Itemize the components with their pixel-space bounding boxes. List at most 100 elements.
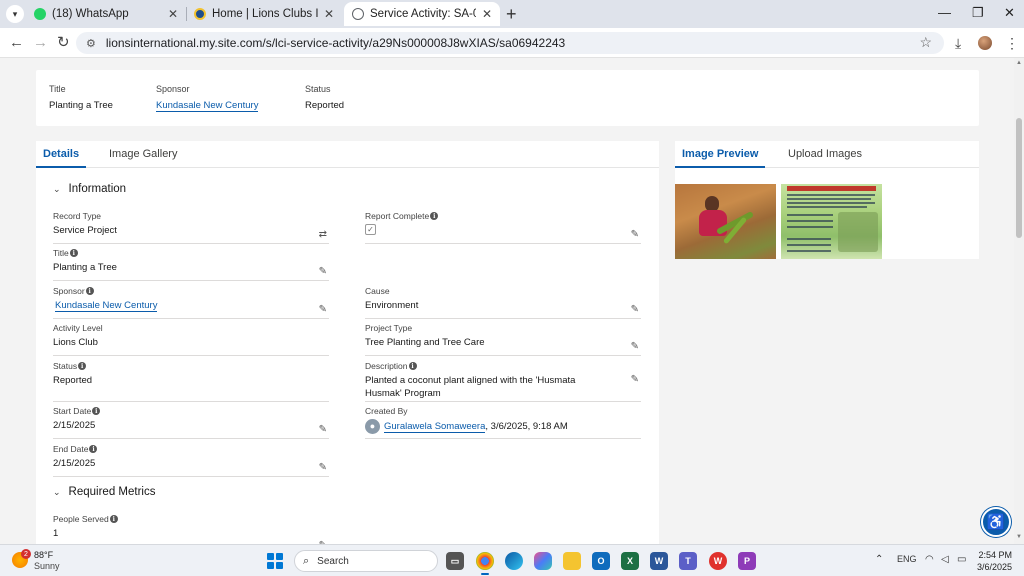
chrome-icon[interactable]	[476, 552, 494, 570]
tab-service-activity[interactable]: Service Activity: SA-06942243 ✕	[344, 2, 500, 26]
field-label: People Served	[53, 514, 109, 524]
created-datetime: , 3/6/2025, 9:18 AM	[485, 421, 568, 433]
page-scrollbar[interactable]: ▲ ▼	[1014, 58, 1024, 544]
info-icon[interactable]: i	[92, 407, 101, 415]
clock-time[interactable]: 2:54 PM	[978, 550, 1012, 560]
section-title: Information	[68, 183, 127, 195]
field-label: Status	[53, 361, 78, 371]
close-icon[interactable]: ✕	[324, 7, 334, 21]
tab-whatsapp[interactable]: (18) WhatsApp ✕	[26, 2, 186, 26]
change-record-type-icon[interactable]: ⇄	[319, 229, 327, 240]
weather-badge: 2	[21, 549, 31, 559]
url-text[interactable]: lionsinternational.my.site.com/s/lci-ser…	[106, 36, 565, 50]
scrollbar-thumb[interactable]	[1016, 118, 1022, 238]
wps-office-icon[interactable]: W	[709, 552, 727, 570]
clock-date[interactable]: 3/6/2025	[970, 562, 1012, 572]
field-value: Planting a Tree	[53, 262, 117, 273]
edge-icon[interactable]	[505, 552, 523, 570]
field-people-served: People Servedi 1 ✎	[53, 513, 329, 544]
field-value: Planted a coconut plant aligned with the…	[365, 375, 576, 399]
field-label: End Date	[53, 444, 89, 454]
file-explorer-icon[interactable]	[563, 552, 581, 570]
field-value: 2/15/2025	[53, 458, 96, 469]
language-indicator[interactable]: ENG	[897, 554, 917, 564]
taskbar-search-input[interactable]: ⌕ Search	[294, 550, 438, 572]
profile-avatar-icon[interactable]	[978, 36, 992, 50]
info-icon[interactable]: i	[89, 445, 98, 453]
back-arrow-icon[interactable]: ←	[9, 34, 24, 52]
browser-tab-bar: ▾ (18) WhatsApp ✕ Home | Lions Clubs Int…	[0, 0, 1024, 28]
tab-lions-home[interactable]: Home | Lions Clubs Internation ✕	[186, 2, 342, 26]
created-by-user-link[interactable]: Guralawela Somaweera	[384, 421, 486, 434]
close-icon[interactable]: ✕	[482, 7, 492, 21]
tab-image-gallery[interactable]: Image Gallery	[102, 141, 184, 168]
report-complete-checkbox[interactable]: ✓	[365, 224, 376, 235]
field-label: Created By	[365, 406, 408, 416]
pencil-icon[interactable]: ✎	[319, 266, 327, 277]
info-icon[interactable]: i	[85, 287, 94, 295]
field-label: Start Date	[53, 406, 92, 416]
pencil-icon[interactable]: ✎	[319, 424, 327, 435]
window-close-icon[interactable]: ✕	[1004, 5, 1015, 21]
highlight-title: Title Planting a Tree	[49, 84, 113, 111]
field-cause: Cause Environment ✎	[365, 285, 641, 319]
wifi-icon[interactable]: ◠	[925, 554, 934, 565]
outlook-icon[interactable]: O	[592, 552, 610, 570]
details-card: Details Image Gallery ⌄ Information Reco…	[36, 141, 659, 544]
bookmark-star-icon[interactable]: ☆	[919, 34, 932, 51]
tree-planting-photo[interactable]	[675, 184, 776, 259]
battery-icon[interactable]: ▭	[957, 554, 966, 565]
word-icon[interactable]: W	[650, 552, 668, 570]
address-bar[interactable]: ⚙ lionsinternational.my.site.com/s/lci-s…	[76, 32, 944, 54]
download-icon[interactable]: ⤓	[955, 35, 961, 52]
pencil-icon[interactable]: ✎	[631, 374, 639, 385]
info-icon[interactable]: i	[408, 362, 417, 370]
windows-start-icon[interactable]	[267, 553, 283, 569]
poster-text-line	[787, 206, 867, 208]
forward-arrow-icon[interactable]: →	[33, 34, 48, 52]
sponsor-link[interactable]: Kundasale New Century	[156, 100, 259, 112]
copilot-icon[interactable]	[534, 552, 552, 570]
minimize-icon[interactable]: —	[938, 5, 951, 20]
app-p-icon[interactable]: P	[738, 552, 756, 570]
new-tab-plus-icon[interactable]: +	[506, 4, 517, 24]
restore-icon[interactable]: ❐	[972, 5, 984, 21]
pencil-icon[interactable]: ✎	[631, 341, 639, 352]
weather-temperature[interactable]: 88°F	[34, 550, 53, 560]
sponsor-link[interactable]: Kundasale New Century	[55, 300, 158, 312]
poster-text-line	[787, 238, 831, 240]
info-icon[interactable]: i	[69, 249, 78, 257]
tab-upload-images[interactable]: Upload Images	[781, 141, 869, 168]
highlight-label: Status	[305, 84, 331, 94]
section-required-metrics[interactable]: ⌄ Required Metrics	[53, 486, 155, 498]
info-icon[interactable]: i	[430, 212, 439, 220]
field-created-by: Created By ● Guralawela Somaweera, 3/6/20…	[365, 405, 641, 439]
scroll-up-arrow-icon[interactable]: ▲	[1016, 60, 1022, 66]
chevron-up-icon[interactable]: ⌃	[875, 554, 883, 565]
accessibility-icon[interactable]: ♿	[981, 507, 1011, 537]
pencil-icon[interactable]: ✎	[631, 304, 639, 315]
menu-kebab-icon[interactable]: ⋮	[1005, 35, 1019, 52]
field-activity-level: Activity Level Lions Club	[53, 322, 329, 356]
task-view-icon[interactable]: ▭	[446, 552, 464, 570]
pencil-icon[interactable]: ✎	[319, 462, 327, 473]
volume-icon[interactable]: ◁	[941, 554, 949, 565]
scroll-down-arrow-icon[interactable]: ▼	[1016, 534, 1022, 540]
info-icon[interactable]: i	[109, 515, 118, 523]
section-information[interactable]: ⌄ Information	[53, 183, 126, 195]
tab-image-preview[interactable]: Image Preview	[675, 141, 766, 168]
weather-description[interactable]: Sunny	[34, 561, 60, 571]
tab-details[interactable]: Details	[36, 141, 87, 168]
program-poster-image[interactable]	[781, 184, 882, 259]
site-settings-icon[interactable]: ⚙	[86, 37, 96, 50]
reload-icon[interactable]: ↻	[57, 34, 70, 52]
close-icon[interactable]: ✕	[168, 7, 178, 21]
pencil-icon[interactable]: ✎	[319, 304, 327, 315]
info-icon[interactable]: i	[78, 362, 87, 370]
teams-icon[interactable]: T	[679, 552, 697, 570]
excel-icon[interactable]: X	[621, 552, 639, 570]
pencil-icon[interactable]: ✎	[631, 229, 639, 240]
field-project-type: Project Type Tree Planting and Tree Care…	[365, 322, 641, 356]
tab-search-chevron-icon[interactable]: ▾	[6, 5, 24, 23]
poster-text-line	[787, 244, 831, 246]
